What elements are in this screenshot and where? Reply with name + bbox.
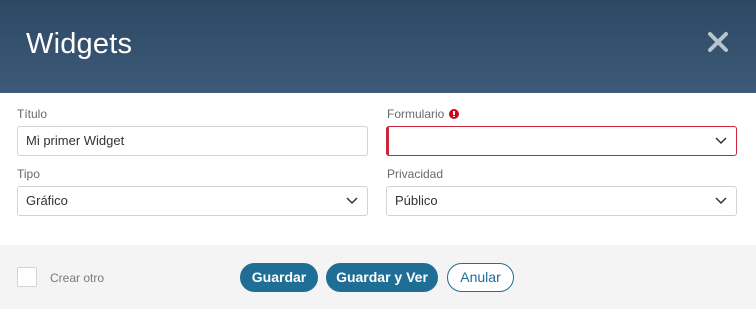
titulo-input[interactable]: Mi primer Widget [17, 126, 368, 156]
tipo-select[interactable]: Gráfico [17, 186, 368, 216]
formulario-select[interactable] [386, 126, 737, 156]
modal-footer: Crear otro Guardar Guardar y Ver Anular [0, 245, 756, 309]
titulo-label: Título [17, 107, 48, 121]
chevron-down-icon [346, 197, 358, 205]
chevron-down-icon [715, 197, 727, 205]
modal-body: Título Mi primer Widget Formulario Tipo … [0, 93, 756, 245]
anular-button[interactable]: Anular [447, 263, 514, 292]
error-icon [449, 109, 459, 119]
privacidad-label: Privacidad [387, 167, 444, 181]
crear-otro-checkbox[interactable] [17, 267, 37, 287]
modal-title: Widgets [26, 28, 133, 60]
guardar-y-ver-button[interactable]: Guardar y Ver [326, 263, 438, 292]
widgets-modal: Widgets Título Mi primer Widget Formular… [0, 0, 756, 309]
tipo-value: Gráfico [26, 193, 68, 208]
guardar-button[interactable]: Guardar [240, 263, 318, 292]
privacidad-value: Público [395, 193, 438, 208]
close-icon [708, 32, 728, 52]
modal-header: Widgets [0, 0, 756, 93]
close-button[interactable] [704, 28, 732, 56]
privacidad-select[interactable]: Público [386, 186, 737, 216]
chevron-down-icon [715, 137, 727, 145]
crear-otro-label: Crear otro [50, 271, 105, 285]
formulario-label: Formulario [387, 107, 445, 121]
tipo-label: Tipo [17, 167, 40, 181]
